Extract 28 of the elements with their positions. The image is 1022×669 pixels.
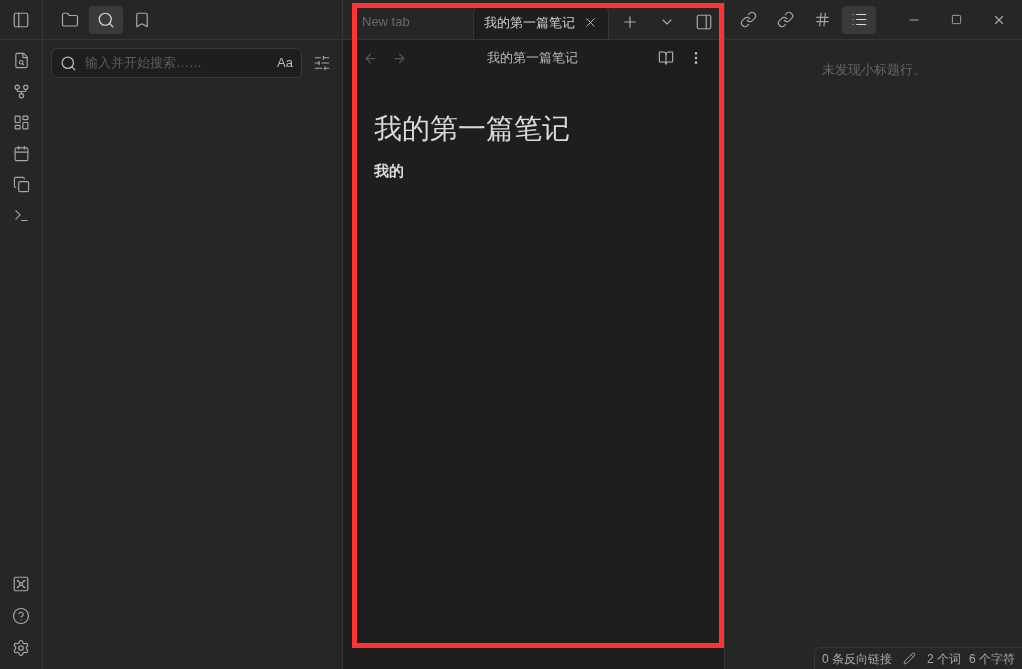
list-icon[interactable] xyxy=(842,5,876,34)
search-icon[interactable] xyxy=(89,5,123,34)
sidebar-toggle-icon[interactable] xyxy=(12,10,30,29)
empty-outline-message: 未发现小标题行。 xyxy=(820,61,927,79)
book-icon[interactable] xyxy=(658,50,674,66)
vault-icon[interactable] xyxy=(12,575,30,593)
copy-icon[interactable] xyxy=(12,176,30,193)
word-count: 2 个词 xyxy=(926,650,961,668)
view-title: 我的第一篇笔记 xyxy=(486,49,579,68)
backlink-count[interactable]: 0 条反向链接 xyxy=(821,649,892,668)
maximize-icon[interactable] xyxy=(951,14,962,25)
note-heading: 我的第一篇笔记 xyxy=(374,112,571,146)
help-icon[interactable] xyxy=(12,607,30,625)
file-search-icon[interactable] xyxy=(12,52,30,69)
grid-icon[interactable] xyxy=(12,114,30,131)
new-tab-icon[interactable] xyxy=(621,13,639,31)
settings-icon[interactable] xyxy=(12,639,30,657)
character-count: 6 个字符 xyxy=(969,650,1015,668)
sidebar-toggle-icon[interactable] xyxy=(695,13,713,31)
pencil-icon[interactable] xyxy=(902,652,916,665)
terminal-icon[interactable] xyxy=(12,207,30,224)
close-icon[interactable] xyxy=(583,15,598,30)
match-case-toggle[interactable]: Aa xyxy=(277,53,293,73)
note-text: 我的 xyxy=(374,161,405,181)
calendar-icon[interactable] xyxy=(12,145,30,162)
search-settings-icon[interactable] xyxy=(313,54,331,72)
search-icon xyxy=(60,54,77,72)
graph-icon[interactable] xyxy=(12,83,30,100)
